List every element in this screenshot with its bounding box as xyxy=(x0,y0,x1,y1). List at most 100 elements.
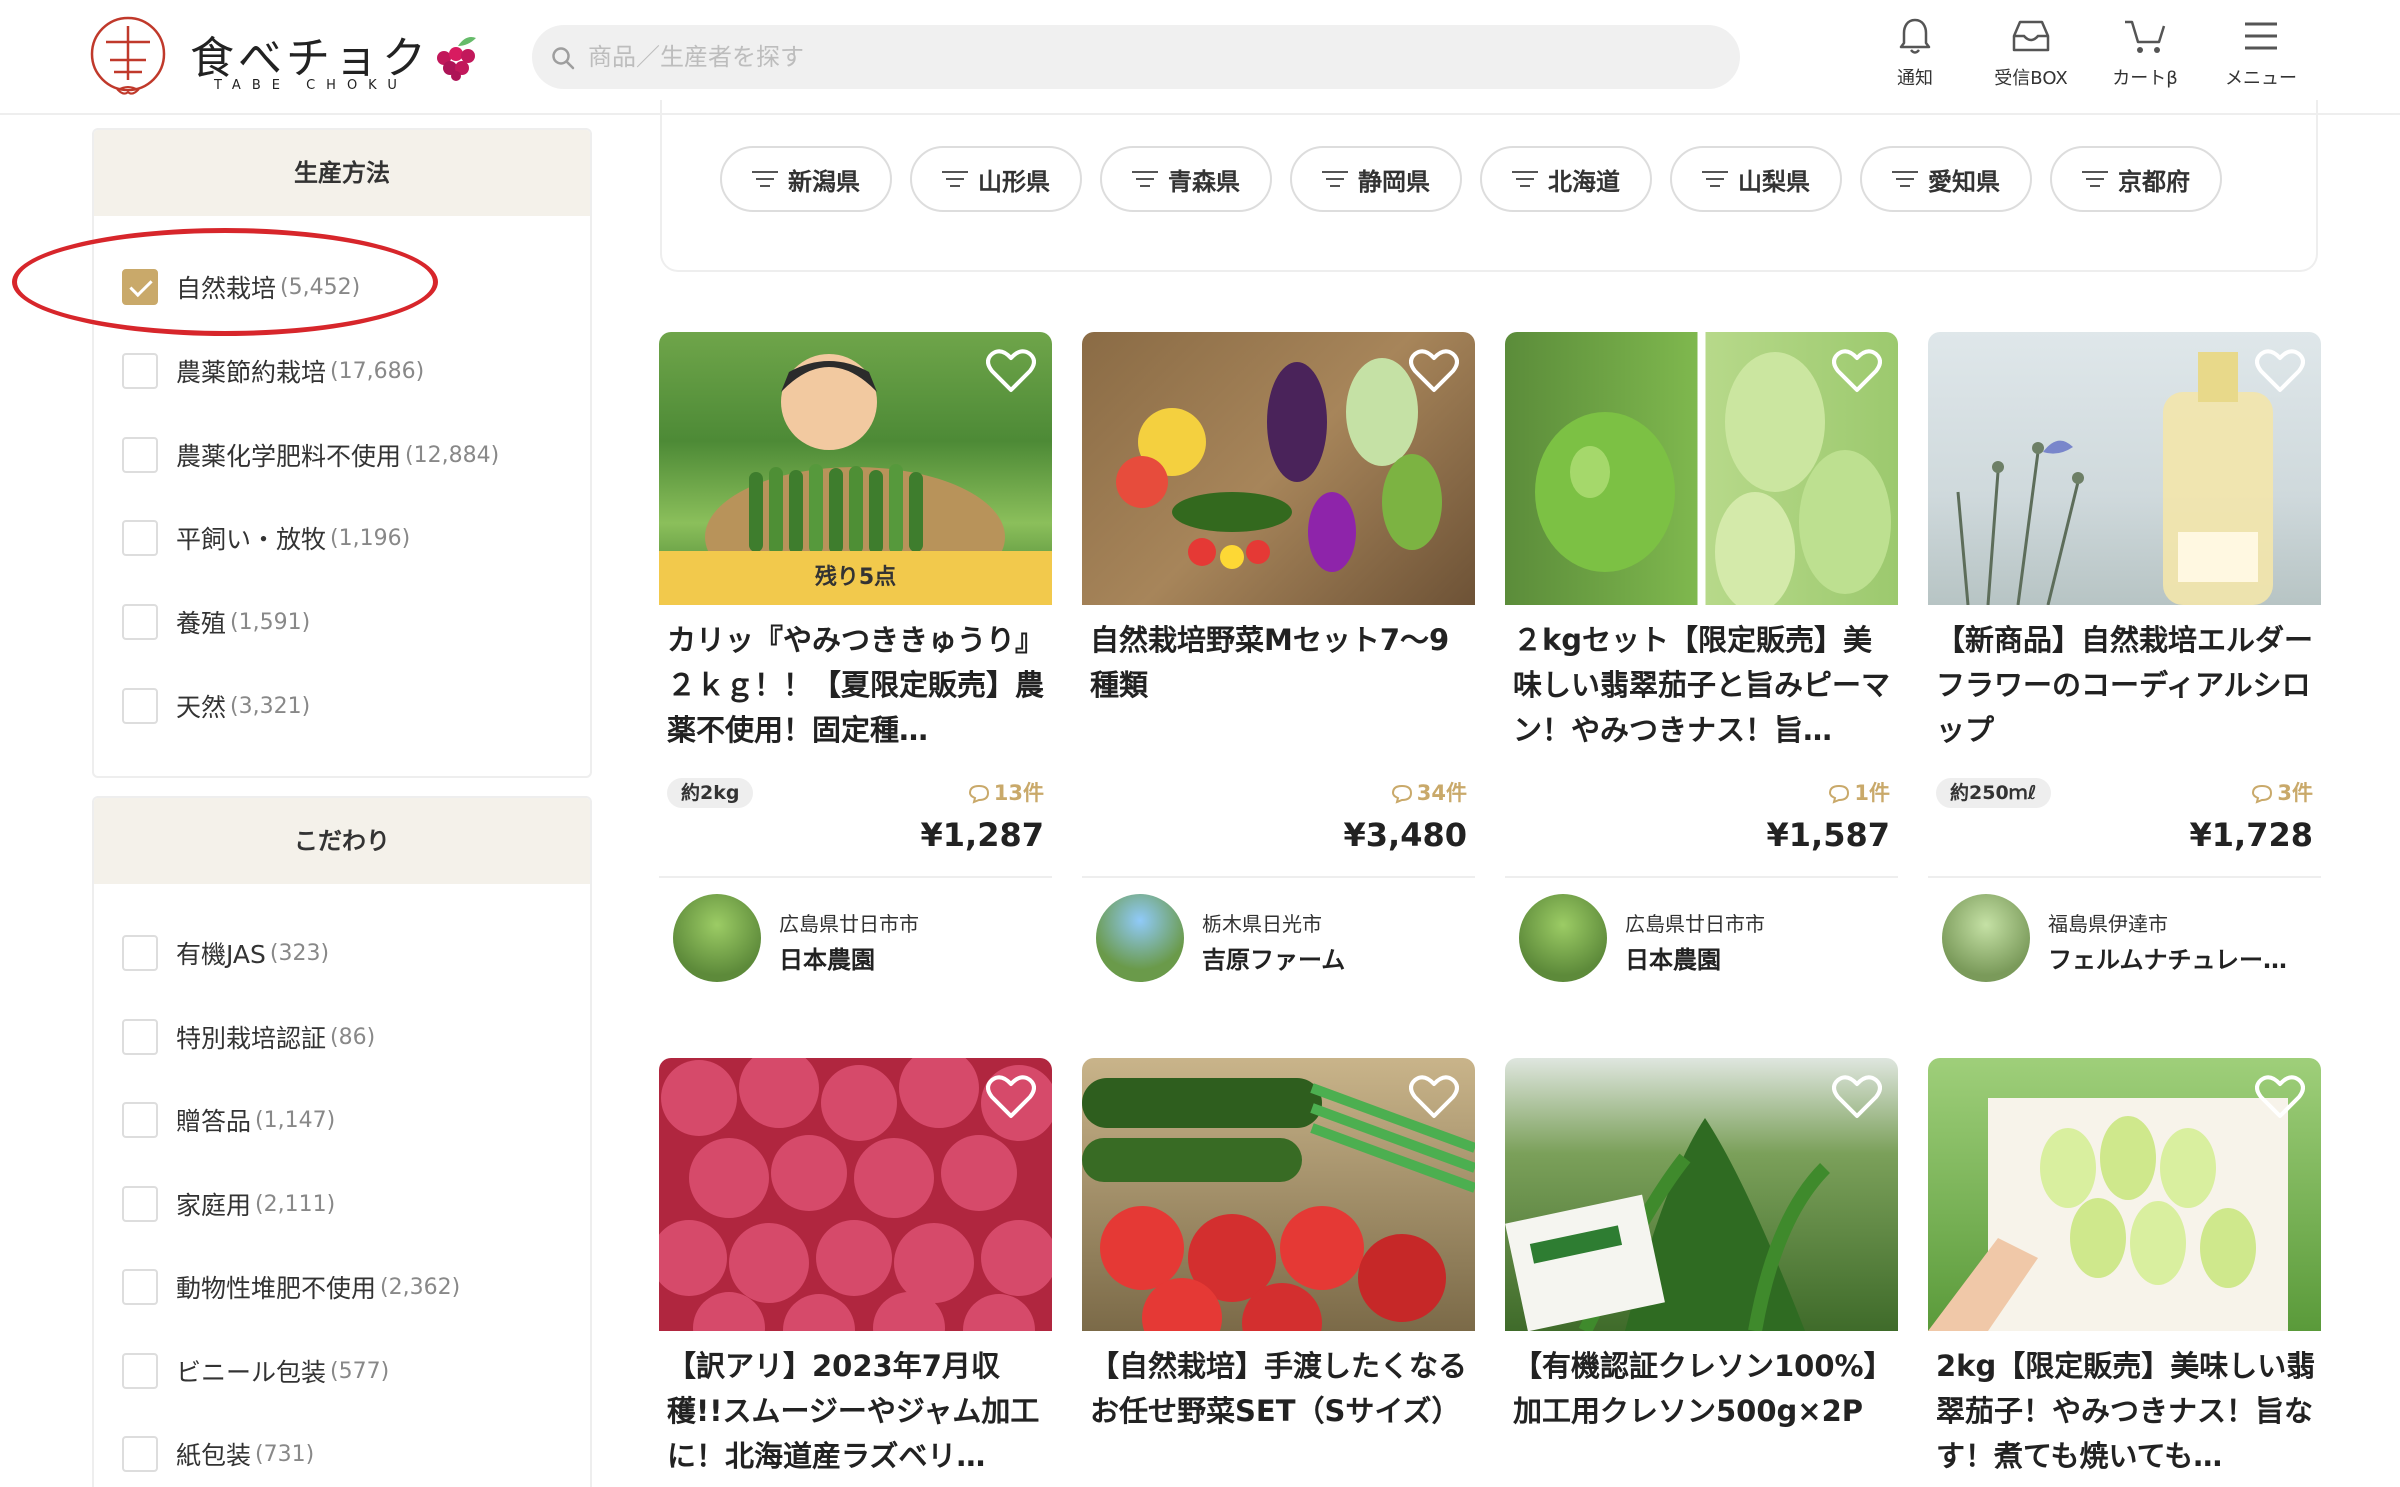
chip-label: 北海道 xyxy=(1548,167,1620,196)
filter-option[interactable]: 農薬化学肥料不使用 (12,884) xyxy=(122,435,499,475)
highlight-annotation xyxy=(12,228,438,336)
prefecture-chip[interactable]: 山梨県 xyxy=(1670,146,1842,212)
favorite-heart-icon[interactable] xyxy=(2255,348,2305,394)
filter-count: (17,686) xyxy=(330,358,425,384)
checkbox[interactable] xyxy=(122,604,158,640)
filter-label: 養殖 xyxy=(176,609,227,638)
producer-name[interactable]: 吉原ファーム xyxy=(1202,940,1467,975)
filter-label: 特別栽培認証 xyxy=(176,1024,327,1053)
nav-notifications[interactable]: 通知 xyxy=(1860,16,1970,100)
producer-name[interactable]: 日本農園 xyxy=(1625,940,1890,975)
review-count[interactable]: 13件 xyxy=(968,778,1044,808)
product-title[interactable]: 【有機認証クレソン100%】加工用クレソン500g×2P xyxy=(1513,1344,1893,1434)
chip-label: 山梨県 xyxy=(1738,167,1810,196)
checkbox[interactable] xyxy=(122,353,158,389)
filter-count: (731) xyxy=(255,1441,315,1467)
filter-label: 贈答品 xyxy=(176,1107,252,1136)
filter-lines-icon xyxy=(1512,170,1538,188)
product-title[interactable]: カリッ『やみつききゅうり』２ｋｇ！！【夏限定販売】農薬不使用！固定種… xyxy=(667,618,1047,753)
chip-label: 京都府 xyxy=(2118,167,2190,196)
filter-option[interactable]: 動物性堆肥不使用 (2,362) xyxy=(122,1267,460,1307)
checkbox[interactable] xyxy=(122,1269,158,1305)
product-title[interactable]: 【訳アリ】2023年7月収穫!!スムージーやジャム加工に！北海道産ラズベリ… xyxy=(667,1344,1047,1479)
nav-cart[interactable]: カートβ xyxy=(2090,16,2200,100)
favorite-heart-icon[interactable] xyxy=(986,348,1036,394)
favorite-heart-icon[interactable] xyxy=(986,1074,1036,1120)
filter-count: (323) xyxy=(269,940,330,966)
amount-badge: 約2kg xyxy=(667,778,754,808)
nav-inbox[interactable]: 受信BOX xyxy=(1976,16,2086,100)
product-title[interactable]: 自然栽培野菜Mセット7〜9種類 xyxy=(1090,618,1470,708)
producer-avatar[interactable] xyxy=(673,894,761,982)
filter-label: 紙包装 xyxy=(176,1441,252,1470)
producer-avatar[interactable] xyxy=(1942,894,2030,982)
checkbox[interactable] xyxy=(122,688,158,724)
favorite-heart-icon[interactable] xyxy=(1832,1074,1882,1120)
favorite-heart-icon[interactable] xyxy=(1409,1074,1459,1120)
checkbox[interactable] xyxy=(122,1019,158,1055)
producer-name[interactable]: フェルムナチュレー… xyxy=(2048,940,2313,975)
product-title[interactable]: 【自然栽培】手渡したくなるお任せ野菜SET（Sサイズ） xyxy=(1090,1344,1470,1434)
filter-count: (2,362) xyxy=(380,1274,461,1300)
nav-label: 受信BOX xyxy=(1994,68,2068,89)
search-input[interactable] xyxy=(588,25,1708,89)
filter-option[interactable]: 紙包装 (731) xyxy=(122,1434,314,1474)
filter-production-method: 生産方法 自然栽培 (5,452) 農薬節約栽培 (17,686) 農薬化学肥料… xyxy=(92,128,592,778)
filter-option[interactable]: 有機JAS (323) xyxy=(122,933,329,973)
prefecture-chip[interactable]: 愛知県 xyxy=(1860,146,2032,212)
filter-count: (1,196) xyxy=(330,525,411,551)
divider xyxy=(1505,876,1898,878)
prefecture-chip[interactable]: 新潟県 xyxy=(720,146,892,212)
filter-lines-icon xyxy=(2082,170,2108,188)
raspberry-icon xyxy=(428,30,484,82)
tabechoku-logo-icon[interactable] xyxy=(88,14,184,100)
review-count[interactable]: 34件 xyxy=(1391,778,1467,808)
checkbox[interactable] xyxy=(122,935,158,971)
stock-banner: 残り5点 xyxy=(659,551,1052,605)
favorite-heart-icon[interactable] xyxy=(2255,1074,2305,1120)
product-title[interactable]: 2kg【限定販売】美味しい翡翠茄子！やみつきナス！旨なす！煮ても焼いても… xyxy=(1936,1344,2316,1479)
checkbox[interactable] xyxy=(122,1353,158,1389)
filter-lines-icon xyxy=(942,170,968,188)
filter-option[interactable]: 平飼い・放牧 (1,196) xyxy=(122,518,410,558)
chip-label: 愛知県 xyxy=(1928,167,2000,196)
review-count[interactable]: 3件 xyxy=(2251,778,2313,808)
amount-badge: 約250ｍℓ xyxy=(1936,778,2051,808)
checkbox[interactable] xyxy=(122,1102,158,1138)
chat-bubble-icon xyxy=(968,784,989,804)
filter-option[interactable]: ビニール包装 (577) xyxy=(122,1351,389,1391)
review-count[interactable]: 1件 xyxy=(1828,778,1890,808)
divider xyxy=(1928,876,2321,878)
filter-option[interactable]: 養殖 (1,591) xyxy=(122,602,310,642)
checkbox[interactable] xyxy=(122,437,158,473)
filter-count: (577) xyxy=(330,1358,390,1384)
producer-name[interactable]: 日本農園 xyxy=(779,940,1044,975)
search-bar[interactable] xyxy=(532,25,1740,89)
filter-option[interactable]: 特別栽培認証 (86) xyxy=(122,1017,375,1057)
product-title[interactable]: 【新商品】自然栽培エルダーフラワーのコーディアルシロップ xyxy=(1936,618,2316,753)
nav-menu[interactable]: メニュー xyxy=(2206,16,2316,100)
filter-option[interactable]: 家庭用 (2,111) xyxy=(122,1184,335,1224)
prefecture-chip[interactable]: 京都府 xyxy=(2050,146,2222,212)
filter-kodawari: こだわり 有機JAS (323) 特別栽培認証 (86) 贈答品 (1,147)… xyxy=(92,796,592,1487)
prefecture-chip[interactable]: 静岡県 xyxy=(1290,146,1462,212)
prefecture-chip[interactable]: 青森県 xyxy=(1100,146,1272,212)
product-price: ¥1,728 xyxy=(2189,816,2313,854)
prefecture-chip[interactable]: 北海道 xyxy=(1480,146,1652,212)
brand-name[interactable]: 食べチョク xyxy=(190,22,430,86)
divider xyxy=(659,876,1052,878)
producer-avatar[interactable] xyxy=(1519,894,1607,982)
checkbox[interactable] xyxy=(122,520,158,556)
filter-option[interactable]: 贈答品 (1,147) xyxy=(122,1100,335,1140)
product-title[interactable]: ２kgセット【限定販売】美味しい翡翠茄子と旨みピーマン！やみつきナス！旨… xyxy=(1513,618,1893,753)
checkbox[interactable] xyxy=(122,1186,158,1222)
inbox-icon xyxy=(2012,20,2050,52)
prefecture-chip[interactable]: 山形県 xyxy=(910,146,1082,212)
favorite-heart-icon[interactable] xyxy=(1832,348,1882,394)
filter-option[interactable]: 天然 (3,321) xyxy=(122,686,310,726)
favorite-heart-icon[interactable] xyxy=(1409,348,1459,394)
filter-option[interactable]: 農薬節約栽培 (17,686) xyxy=(122,351,424,391)
producer-avatar[interactable] xyxy=(1096,894,1184,982)
checkbox[interactable] xyxy=(122,1436,158,1472)
filter-label: 平飼い・放牧 xyxy=(176,525,327,554)
